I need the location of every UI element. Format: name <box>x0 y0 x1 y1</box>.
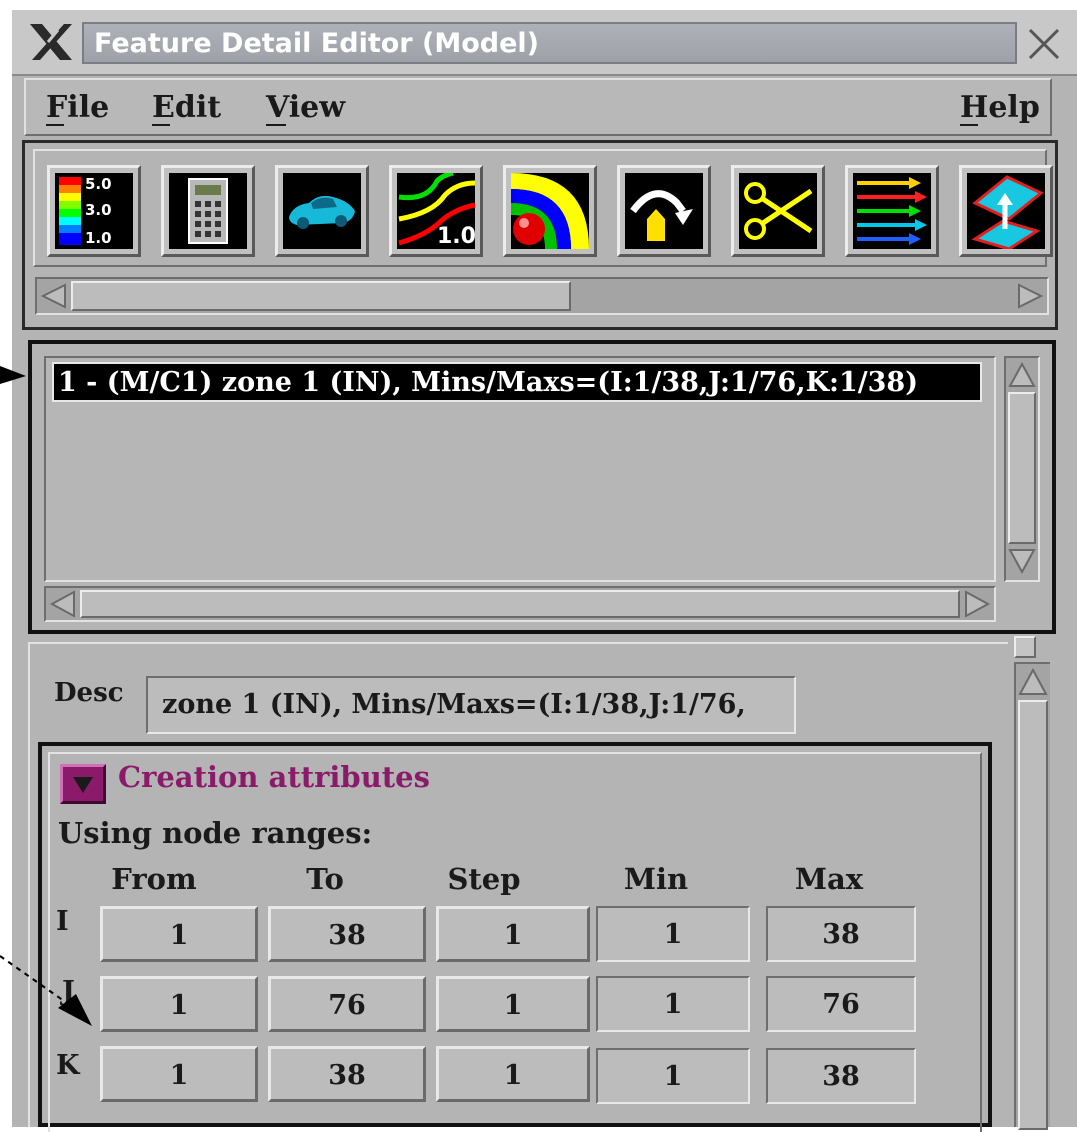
desc-label: Desc <box>54 678 124 708</box>
x-window-icon[interactable] <box>28 22 74 62</box>
contour-icon: 1.0 <box>397 173 475 249</box>
from-field-i[interactable]: 1 <box>100 906 258 962</box>
part-list-vscroll[interactable] <box>1004 356 1040 582</box>
row-label-i: I <box>56 906 69 937</box>
legend-value: 3.0 <box>85 201 112 219</box>
toolbar-scrollbar[interactable] <box>35 277 1049 315</box>
min-value-j: 1 <box>596 976 750 1032</box>
elevated-surface-icon <box>967 173 1045 249</box>
desc-field[interactable]: zone 1 (IN), Mins/Maxs=(I:1/38,J:1/76, <box>146 676 796 734</box>
menu-help[interactable]: Help <box>960 90 1040 125</box>
triangle-down-icon <box>73 777 93 793</box>
to-field-j[interactable]: 76 <box>268 976 426 1032</box>
menu-file[interactable]: File <box>46 90 109 125</box>
scroll-thumb[interactable] <box>80 590 960 618</box>
scroll-up-icon[interactable] <box>1008 360 1036 390</box>
menu-edit[interactable]: Edit <box>152 90 221 125</box>
collapse-toggle[interactable] <box>60 764 106 804</box>
part-list[interactable]: 1 - (M/C1) zone 1 (IN), Mins/Maxs=(I:1/3… <box>44 356 996 582</box>
min-value-i: 1 <box>596 906 750 962</box>
callout-arrow-icon <box>0 366 26 384</box>
calculator-icon <box>169 173 247 249</box>
window-title: Feature Detail Editor (Model) <box>82 22 1017 64</box>
to-field-i[interactable]: 38 <box>268 906 426 962</box>
part-list-panel: 1 - (M/C1) zone 1 (IN), Mins/Maxs=(I:1/3… <box>28 340 1056 634</box>
toolbar: 5.0 3.0 1.0 1.0 <box>33 149 1053 267</box>
column-header-from: From <box>111 862 197 896</box>
node-ranges-label: Using node ranges: <box>58 816 373 850</box>
to-field-k[interactable]: 38 <box>268 1046 426 1102</box>
toolbar-panel: 5.0 3.0 1.0 1.0 <box>22 140 1058 330</box>
max-value-k: 38 <box>766 1048 916 1104</box>
isosurface-button[interactable] <box>503 165 597 257</box>
max-value-i: 38 <box>766 906 916 962</box>
legend-value: 5.0 <box>85 175 112 193</box>
column-header-min: Min <box>623 862 689 896</box>
clip-icon <box>739 173 817 249</box>
isosurface-icon <box>511 173 589 249</box>
from-field-j[interactable]: 1 <box>100 976 258 1032</box>
scroll-up-icon[interactable] <box>1018 666 1048 698</box>
step-field-k[interactable]: 1 <box>436 1046 590 1102</box>
from-field-k[interactable]: 1 <box>100 1046 258 1102</box>
legend-value: 1.0 <box>85 229 112 247</box>
vector-arrows-icon <box>853 173 931 249</box>
mnemonic-underline <box>960 124 978 126</box>
menu-bar: File Edit View Help <box>24 78 1052 136</box>
part-list-hscroll[interactable] <box>44 586 996 622</box>
model-button[interactable] <box>275 165 369 257</box>
calculator-button[interactable] <box>161 165 255 257</box>
scroll-thumb[interactable] <box>1008 392 1036 544</box>
mnemonic-underline <box>152 124 170 126</box>
scroll-right-icon[interactable] <box>1015 281 1045 311</box>
close-icon[interactable] <box>1024 24 1064 64</box>
menu-view[interactable]: View <box>266 90 345 125</box>
pane-sash[interactable] <box>1014 636 1036 658</box>
step-field-i[interactable]: 1 <box>436 906 590 962</box>
clip-button[interactable] <box>731 165 825 257</box>
scroll-left-icon[interactable] <box>48 590 78 618</box>
title-bar: Feature Detail Editor (Model) <box>12 10 1077 76</box>
list-item-selected[interactable]: 1 - (M/C1) zone 1 (IN), Mins/Maxs=(I:1/3… <box>52 362 982 402</box>
mnemonic-underline <box>266 124 286 126</box>
mnemonic-underline <box>46 124 64 126</box>
detail-vscroll[interactable] <box>1014 662 1050 1130</box>
callout-dashed-arrow-icon <box>0 955 92 1026</box>
contour-label: 1.0 <box>437 224 475 249</box>
car-model-icon <box>283 173 361 249</box>
contour-button[interactable]: 1.0 <box>389 165 483 257</box>
column-header-step: Step <box>447 862 521 896</box>
scroll-down-icon[interactable] <box>1008 546 1036 576</box>
column-header-to: To <box>306 862 344 896</box>
particle-trace-icon <box>625 173 703 249</box>
scroll-right-icon[interactable] <box>962 590 992 618</box>
elevated-surface-button[interactable] <box>959 165 1053 257</box>
legend-icon: 5.0 3.0 1.0 <box>55 173 133 249</box>
legend-button[interactable]: 5.0 3.0 1.0 <box>47 165 141 257</box>
scroll-thumb[interactable] <box>71 281 571 311</box>
step-field-j[interactable]: 1 <box>436 976 590 1032</box>
row-label-k: K <box>56 1050 80 1081</box>
scroll-left-icon[interactable] <box>39 281 69 311</box>
particle-trace-button[interactable] <box>617 165 711 257</box>
scroll-thumb[interactable] <box>1018 700 1048 1130</box>
max-value-j: 76 <box>766 976 916 1032</box>
min-value-k: 1 <box>596 1048 750 1104</box>
vector-arrows-button[interactable] <box>845 165 939 257</box>
section-title: Creation attributes <box>118 760 430 794</box>
column-header-max: Max <box>794 862 864 896</box>
